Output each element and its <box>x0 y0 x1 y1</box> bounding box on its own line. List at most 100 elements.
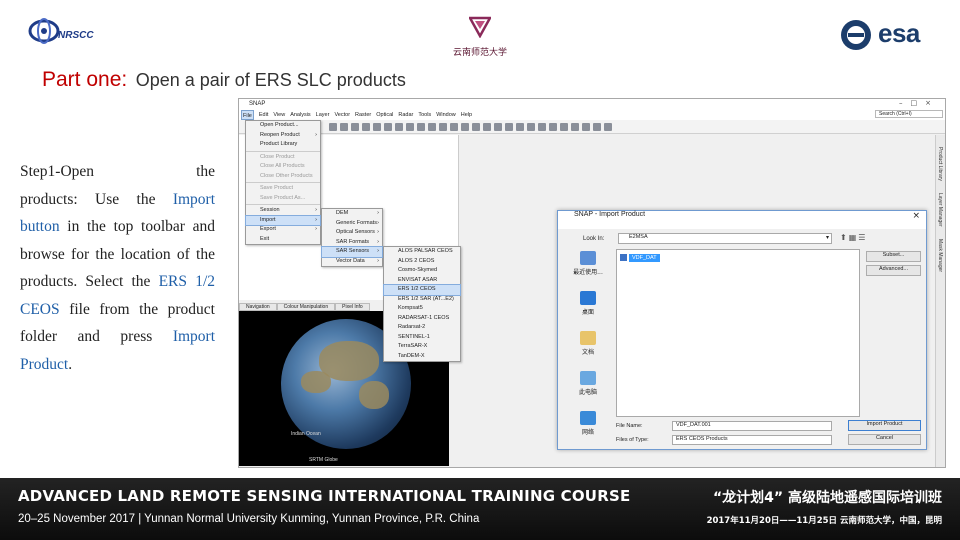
sidebar-tab-layer-manager[interactable]: Layer Manager <box>937 193 943 227</box>
toolbar-icon[interactable] <box>560 122 568 131</box>
menu-item-open-product[interactable]: Open Product... <box>246 121 320 131</box>
toolbar-icon[interactable] <box>461 122 469 131</box>
menu-item-optical-sensors[interactable]: Optical Sensors <box>322 228 382 238</box>
recent-icon <box>580 251 596 265</box>
file-menu: Open Product...Reopen ProductProduct Lib… <box>245 120 321 245</box>
toolbar-icon[interactable] <box>604 122 612 131</box>
place-recent[interactable]: 最近使用... <box>562 249 614 289</box>
footer-date-location: 20–25 November 2017 | Yunnan Normal Univ… <box>18 513 480 525</box>
place-desktop[interactable]: 桌面 <box>562 289 614 329</box>
menu-item-cosmo-skymed[interactable]: Cosmo-Skymed <box>384 266 460 276</box>
search-input[interactable]: Search (Ctrl+I) <box>875 110 943 118</box>
menu-item-ers-1-2-ceos[interactable]: ERS 1/2 CEOS <box>383 284 461 296</box>
toolbar-icon[interactable] <box>582 122 590 131</box>
menu-item-radarsat-2[interactable]: Radarsat-2 <box>384 323 460 333</box>
toolbar-icon[interactable] <box>483 122 491 131</box>
tab-pixel-info[interactable]: Pixel Info <box>335 303 370 311</box>
menu-item-export[interactable]: Export <box>246 225 320 235</box>
toolbar-icon[interactable] <box>549 122 557 131</box>
cancel-button[interactable]: Cancel <box>848 434 921 445</box>
place-documents[interactable]: 文档 <box>562 329 614 369</box>
toolbar-icon[interactable] <box>472 122 480 131</box>
file-item[interactable]: VDF_DAT <box>620 253 660 262</box>
menu-item-ers-1-2-sar-at-e2[interactable]: ERS 1/2 SAR (AT...E2) <box>384 295 460 305</box>
menu-item-reopen-product[interactable]: Reopen Product <box>246 131 320 141</box>
university-emblem-icon <box>467 16 493 39</box>
toolbar-icon[interactable] <box>450 122 458 131</box>
toolbar-icon[interactable] <box>395 122 403 131</box>
menu-edit[interactable]: Edit <box>259 110 268 120</box>
menu-item-dem[interactable]: DEM <box>322 209 382 219</box>
subset-button[interactable]: Subset... <box>866 251 921 262</box>
toolbar-icon[interactable] <box>351 122 359 131</box>
menu-item-terrasar-x[interactable]: TerraSAR-X <box>384 342 460 352</box>
look-in-select[interactable]: E2MSA ▾ <box>618 233 832 244</box>
desc-text: products: Use the <box>20 190 173 208</box>
menu-help[interactable]: Help <box>461 110 472 120</box>
menu-vector[interactable]: Vector <box>334 110 350 120</box>
menu-radar[interactable]: Radar <box>398 110 413 120</box>
tab-navigation[interactable]: Navigation <box>239 303 277 311</box>
menu-item-close-product: Close Product <box>260 153 295 160</box>
menu-item-vector-data[interactable]: Vector Data <box>322 257 382 267</box>
close-icon[interactable]: × <box>912 211 920 221</box>
folder-nav-icons[interactable]: ⬆▦☰ <box>840 233 867 242</box>
menu-item-import[interactable]: Import <box>245 214 321 226</box>
nrscc-logo-text: NRSCC <box>58 30 94 41</box>
sidebar-tab-mask-manager[interactable]: Mask Manager <box>937 239 943 272</box>
menu-item-radarsat-1-ceos[interactable]: RADARSAT-1 CEOS <box>384 314 460 324</box>
place-label: 桌面 <box>581 309 594 316</box>
sidebar-tab-product-library[interactable]: Product Library <box>937 147 943 181</box>
menu-analysis[interactable]: Analysis <box>290 110 310 120</box>
menu-item-kompsat5[interactable]: Kompsat5 <box>384 304 460 314</box>
menu-view[interactable]: View <box>273 110 285 120</box>
toolbar-icon[interactable] <box>406 122 414 131</box>
toolbar-icon[interactable] <box>362 122 370 131</box>
toolbar-icon[interactable] <box>505 122 513 131</box>
advanced-button[interactable]: Advanced... <box>866 265 921 276</box>
course-footer: ADVANCED LAND REMOTE SENSING INTERNATION… <box>0 478 960 540</box>
toolbar-icon[interactable] <box>571 122 579 131</box>
menu-item-envisat-asar[interactable]: ENVISAT ASAR <box>384 276 460 286</box>
menu-item-generic-formats[interactable]: Generic Formats <box>322 219 382 229</box>
menu-item-save-product: Save Product <box>260 185 294 191</box>
menu-item-sentinel-1[interactable]: SENTINEL-1 <box>384 333 460 343</box>
toolbar-icon[interactable] <box>373 122 381 131</box>
tab-colour-manipulation[interactable]: Colour Manipulation <box>276 303 336 311</box>
menu-window[interactable]: Window <box>436 110 456 120</box>
place-network[interactable]: 网络 <box>562 409 614 449</box>
toolbar-icon[interactable] <box>527 122 535 131</box>
menu-tools[interactable]: Tools <box>418 110 431 120</box>
menu-item-exit[interactable]: Exit <box>246 235 320 245</box>
file-item-name: VDF_DAT <box>629 253 660 262</box>
toolbar-icon[interactable] <box>428 122 436 131</box>
toolbar-icon[interactable] <box>417 122 425 131</box>
window-controls[interactable]: –□× <box>899 99 939 107</box>
place-computer[interactable]: 此电脑 <box>562 369 614 409</box>
menu-item-tandem-x[interactable]: TanDEM-X <box>384 352 460 362</box>
toolbar-icon[interactable] <box>593 122 601 131</box>
file-name-input[interactable]: VDF_DAT.001 <box>672 421 832 431</box>
import-product-button[interactable]: Import Product <box>848 420 921 431</box>
toolbar-icon[interactable] <box>494 122 502 131</box>
menu-item-session[interactable]: Session <box>246 206 320 216</box>
toolbar-icon[interactable] <box>340 122 348 131</box>
menu-item-sar-sensors[interactable]: SAR Sensors <box>321 246 383 258</box>
menu-item-product-library[interactable]: Product Library <box>246 140 320 150</box>
toolbar-icon[interactable] <box>439 122 447 131</box>
toolbar-icon[interactable] <box>329 122 337 131</box>
file-icon <box>620 254 627 261</box>
toolbar-icon[interactable] <box>384 122 392 131</box>
menu-optical[interactable]: Optical <box>376 110 393 120</box>
menu-item-alos-2-ceos[interactable]: ALOS 2 CEOS <box>384 257 460 267</box>
menu-file[interactable]: File <box>241 110 254 120</box>
places-bar: 最近使用... 桌面 文档 此电脑 网络 <box>562 249 614 445</box>
file-type-select[interactable]: ERS CEOS Products <box>672 435 832 445</box>
toolbar-icon[interactable] <box>538 122 546 131</box>
menu-item-sar-formats[interactable]: SAR Formats <box>322 238 382 248</box>
menu-item-alos-palsar-ceos[interactable]: ALOS PALSAR CEOS <box>384 247 460 257</box>
menu-raster[interactable]: Raster <box>355 110 371 120</box>
toolbar-icon[interactable] <box>516 122 524 131</box>
snap-window-title: SNAP <box>249 101 266 107</box>
menu-layer[interactable]: Layer <box>316 110 330 120</box>
